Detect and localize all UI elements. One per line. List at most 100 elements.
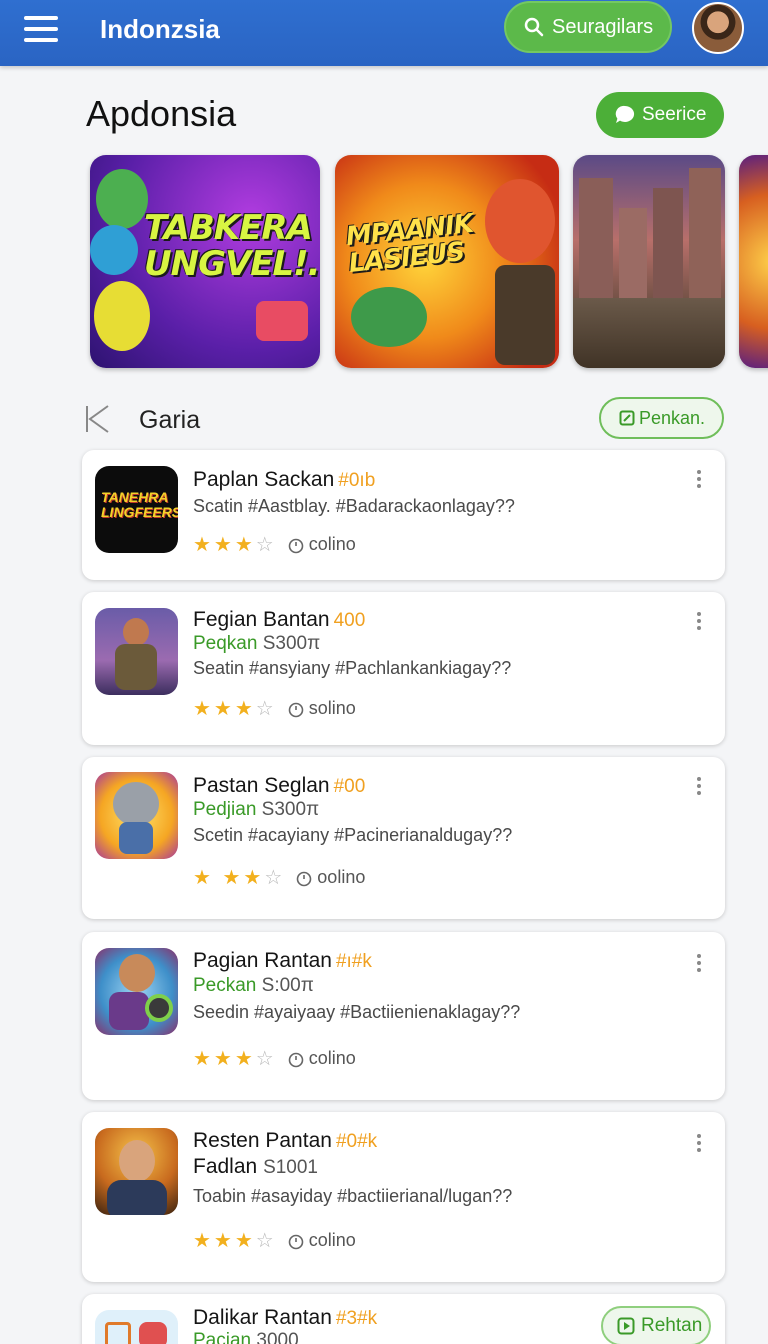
chat-bubble-icon: [615, 105, 635, 123]
clock-icon: [288, 1234, 304, 1249]
app-meta: ★★★☆ colino: [193, 1228, 356, 1253]
clock-icon: [288, 702, 304, 717]
star-rating: ★★★☆: [193, 1230, 277, 1252]
character-figure: [123, 618, 149, 646]
hamburger-icon[interactable]: [24, 16, 58, 44]
app-title: Indonzsia: [100, 14, 220, 44]
app-title: Dalikar Rantan: [193, 1306, 332, 1329]
character-figure: [109, 992, 149, 1030]
app-thumbnail: TANEHRA LINGFEERS: [95, 466, 178, 553]
app-meta: ★★★☆ solino: [193, 696, 356, 721]
app-price: S300π: [262, 633, 321, 654]
app-action-button[interactable]: Rehtan: [601, 1306, 711, 1344]
edit-square-icon: [619, 410, 635, 426]
app-title-row: Pagian Rantan #ı#k: [193, 949, 372, 973]
clock-icon: [296, 871, 312, 886]
clock-icon: [288, 1052, 304, 1067]
app-action-label: Rehtan: [641, 1315, 703, 1336]
app-title-row: Paplan Sackan #0ıb: [193, 468, 375, 492]
street-shape: [573, 298, 725, 368]
character-figure: [90, 225, 138, 275]
building-shape: [579, 178, 613, 298]
home-icon: [105, 1322, 131, 1344]
app-status: oolino: [317, 867, 366, 887]
clock-icon: [288, 538, 304, 553]
more-options-icon[interactable]: [697, 612, 701, 633]
app-meta: ★★★☆ colino: [193, 1046, 356, 1071]
app-title-row: Pastan Seglan #00: [193, 774, 365, 798]
app-subtitle-name: Fadlan: [193, 1155, 258, 1178]
app-thumbnail: [95, 1128, 178, 1215]
building-shape: [689, 168, 721, 298]
banner-tile[interactable]: [739, 155, 768, 368]
app-description: Scatin #Aastblay. #Badarackaonlagay??: [193, 496, 515, 516]
app-status: solino: [308, 698, 356, 718]
building-shape: [653, 188, 683, 298]
character-figure: [115, 644, 157, 690]
gadget-figure: [145, 994, 173, 1022]
app-seller: Pacian: [193, 1330, 252, 1344]
character-figure: [94, 281, 150, 351]
app-title: Resten Pantan: [193, 1129, 332, 1152]
avatar[interactable]: [692, 2, 744, 54]
banner-tile[interactable]: [573, 155, 725, 368]
app-title: Pastan Seglan: [193, 774, 330, 797]
app-seller: Pedjian: [193, 799, 257, 820]
app-meta: ★★★☆ colino: [193, 532, 356, 557]
robot-figure: [351, 287, 427, 347]
more-options-icon[interactable]: [697, 954, 701, 975]
app-subtitle: Fadlan S1001: [193, 1155, 318, 1179]
category-action-button[interactable]: Penkan.: [599, 397, 724, 439]
banner-tile[interactable]: MPAANIK LASIEUS: [335, 155, 559, 368]
app-seller: Peckan: [193, 975, 257, 996]
app-subtitle: Peckan S:00π: [193, 975, 314, 997]
app-thumbnail: [95, 1310, 178, 1344]
app-price: S:00π: [261, 975, 314, 996]
app-list-item[interactable]: Pagian Rantan #ı#k Peckan S:00π Seedin #a…: [82, 932, 725, 1100]
k-chevron-icon[interactable]: [84, 404, 112, 434]
character-figure: [495, 265, 555, 365]
app-title-row: Resten Pantan #0#k: [193, 1129, 377, 1153]
building-shape: [619, 208, 647, 298]
play-square-icon: [617, 1317, 635, 1335]
app-price: S1001: [263, 1157, 319, 1178]
app-subtitle: Pacian 3000: [193, 1330, 299, 1344]
app-description: Scetin #acayiany #Pacinerianaldugay??: [193, 825, 513, 845]
top-app-bar: Indonzsia Seuragilars: [0, 0, 768, 66]
app-list-item[interactable]: Resten Pantan #0#k Fadlan S1001 Toabin #a…: [82, 1112, 725, 1282]
character-figure: [119, 954, 155, 992]
app-list-item[interactable]: Dalikar Rantan #3#k Pacian 3000 Rehtan: [82, 1294, 725, 1344]
section-action-label: Seerice: [642, 104, 707, 125]
character-figure: [119, 822, 153, 854]
app-status: colino: [308, 1230, 356, 1250]
search-icon: [524, 17, 544, 37]
app-tag: #00: [333, 776, 366, 797]
app-tag: #0#k: [335, 1131, 378, 1152]
app-list-item[interactable]: TANEHRA LINGFEERS Paplan Sackan #0ıb Scat…: [82, 450, 725, 580]
banner-tile[interactable]: TABKERA UNGVEL!.: [90, 155, 320, 368]
app-description: Seatin #ansyiany #Pachlankankiagay??: [193, 658, 512, 678]
banner-title: TABKERA UNGVEL!.: [144, 208, 320, 284]
character-figure: [113, 782, 159, 826]
star-rating: ★★★☆: [193, 698, 277, 720]
app-list-item[interactable]: Pastan Seglan #00 Pedjian S300π Scetin #a…: [82, 757, 725, 919]
app-status: colino: [308, 1048, 356, 1068]
star-rating: ★★★☆: [193, 534, 277, 556]
search-button[interactable]: Seuragilars: [504, 1, 672, 53]
app-tag: #0ıb: [338, 470, 376, 491]
app-subtitle: Peqkan S300π: [193, 633, 320, 655]
app-thumbnail: [95, 772, 178, 859]
app-seller: Peqkan: [193, 633, 258, 654]
character-figure: [96, 169, 148, 229]
more-options-icon[interactable]: [697, 777, 701, 798]
more-options-icon[interactable]: [697, 470, 701, 491]
app-price: S300π: [261, 799, 320, 820]
star-rating: ★ ★★☆: [193, 867, 286, 889]
app-tag: #ı#k: [335, 951, 372, 972]
more-options-icon[interactable]: [697, 1134, 701, 1155]
section-action-button[interactable]: Seerice: [596, 92, 724, 138]
search-button-label: Seuragilars: [552, 15, 654, 38]
app-list-item[interactable]: Fegian Bantan 400 Peqkan S300π Seatin #an…: [82, 592, 725, 745]
gadget-figure: [256, 301, 308, 341]
app-title: Fegian Bantan: [193, 608, 330, 631]
